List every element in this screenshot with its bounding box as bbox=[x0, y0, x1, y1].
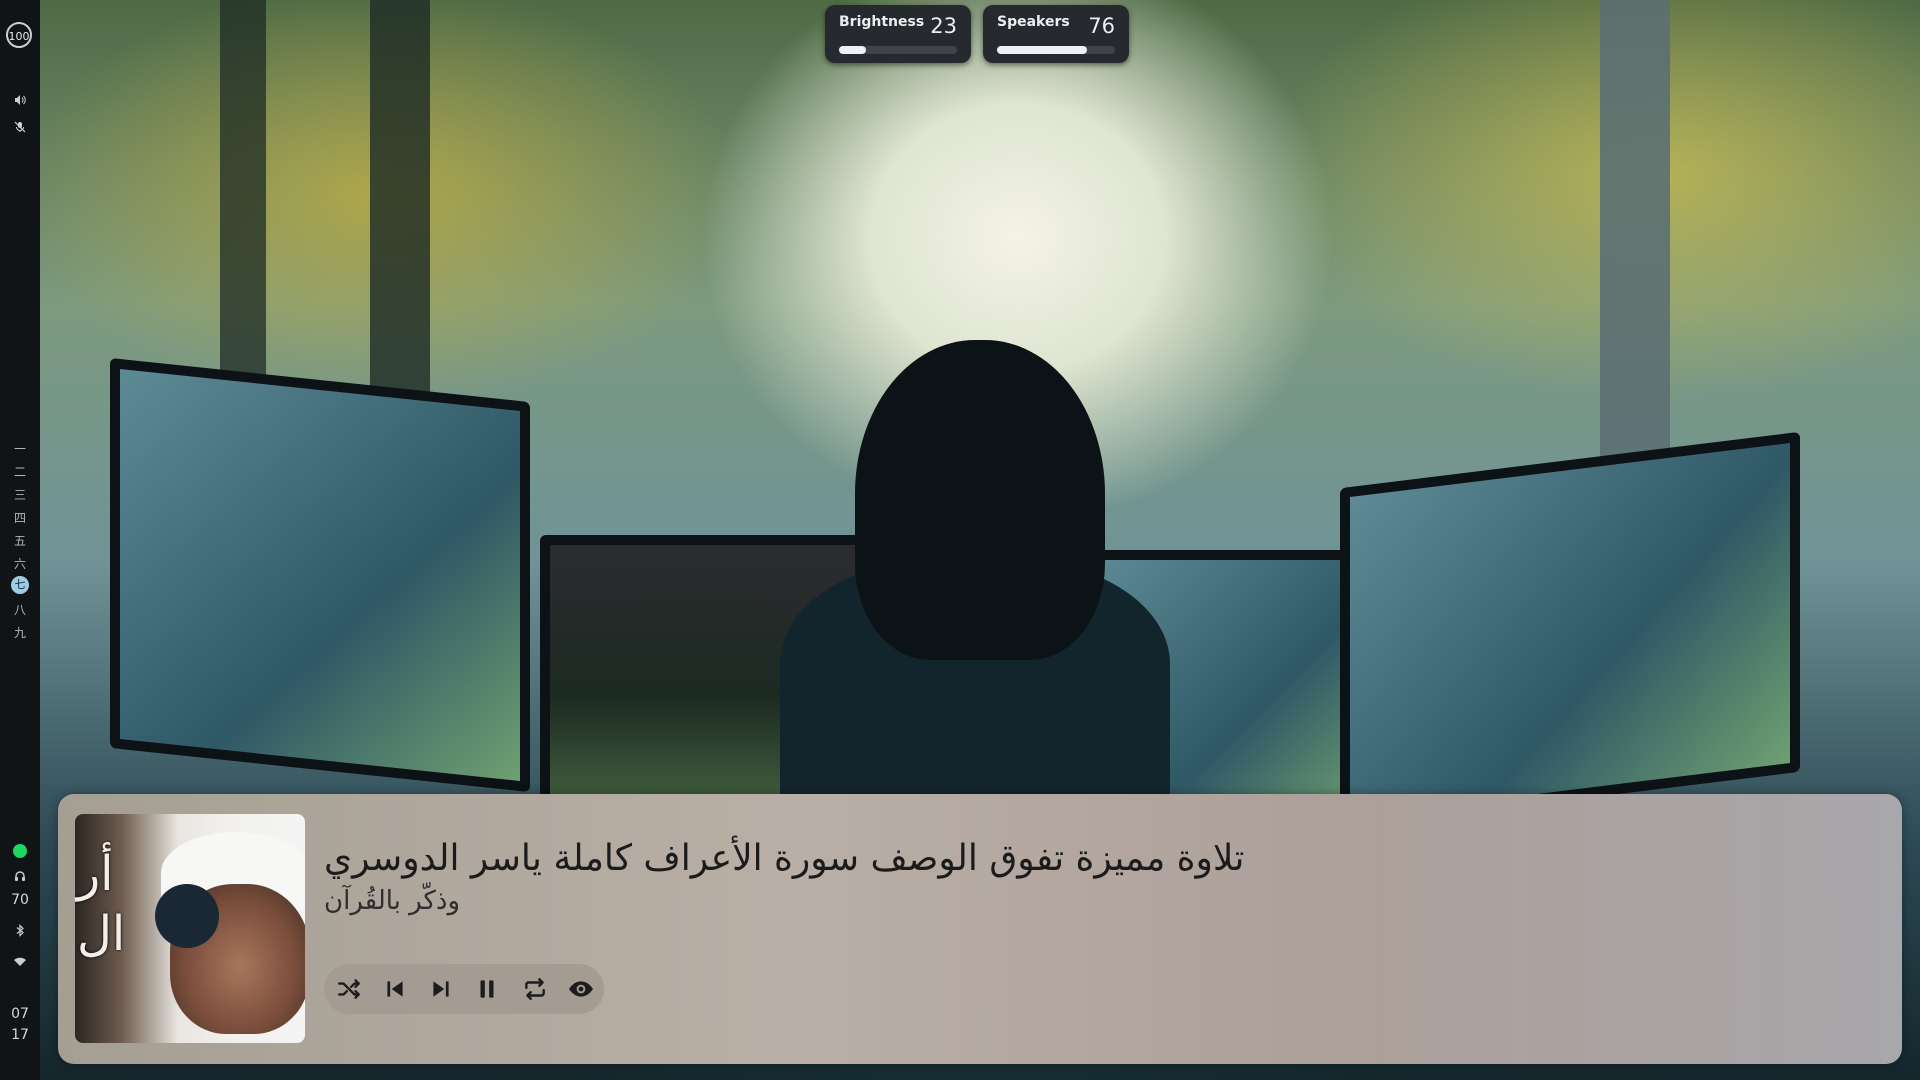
brightness-osd: Brightness 23 bbox=[825, 5, 971, 63]
eye-icon[interactable] bbox=[564, 972, 598, 1006]
clock-hour: 07 bbox=[11, 1006, 29, 1022]
media-player: أر ال تلاوة مميزة تفوق الوصف سورة الأعراف… bbox=[58, 794, 1902, 1064]
workspace-8[interactable]: 八 bbox=[0, 601, 40, 618]
brightness-track[interactable] bbox=[839, 46, 957, 54]
next-icon[interactable] bbox=[424, 972, 458, 1006]
workspace-5[interactable]: 五 bbox=[0, 532, 40, 549]
workspace-1[interactable]: 一 bbox=[0, 440, 40, 457]
left-status-bar: 100 一 二 三 四 五 六 七 八 九 70 07 17 bbox=[0, 0, 40, 1080]
battery-indicator[interactable]: 100 bbox=[6, 22, 32, 48]
pause-icon[interactable] bbox=[470, 972, 504, 1006]
speakers-label: Speakers bbox=[997, 14, 1070, 30]
clock-minute: 17 bbox=[11, 1027, 29, 1043]
shuffle-icon[interactable] bbox=[332, 972, 366, 1006]
wallpaper-monitor bbox=[1340, 431, 1800, 829]
workspace-7-active[interactable]: 七 bbox=[0, 576, 40, 594]
speakers-osd: Speakers 76 bbox=[983, 5, 1129, 63]
brightness-label: Brightness bbox=[839, 14, 925, 30]
spotify-icon[interactable] bbox=[13, 844, 27, 858]
brightness-fill bbox=[839, 46, 867, 54]
track-artist: وذكّر بالقُرآن bbox=[324, 886, 461, 916]
mic-muted-icon[interactable] bbox=[0, 121, 40, 137]
brightness-value: 23 bbox=[930, 14, 957, 38]
workspace-6[interactable]: 六 bbox=[0, 555, 40, 572]
workspace-4[interactable]: 四 bbox=[0, 509, 40, 526]
volume-level: 70 bbox=[11, 892, 29, 908]
album-art-calligraphy: أر ال bbox=[77, 846, 126, 962]
speakers-value: 76 bbox=[1088, 14, 1115, 38]
workspace-2[interactable]: 二 bbox=[0, 463, 40, 480]
workspace-3[interactable]: 三 bbox=[0, 486, 40, 503]
wifi-icon[interactable] bbox=[0, 956, 40, 971]
speakers-track[interactable] bbox=[997, 46, 1115, 54]
track-title: تلاوة مميزة تفوق الوصف سورة الأعراف كامل… bbox=[324, 838, 1245, 879]
volume-icon[interactable] bbox=[0, 94, 40, 110]
workspace-9[interactable]: 九 bbox=[0, 624, 40, 641]
repeat-icon[interactable] bbox=[518, 972, 552, 1006]
wallpaper-figure-hair bbox=[855, 340, 1105, 660]
bluetooth-icon[interactable] bbox=[0, 924, 40, 941]
playback-controls bbox=[324, 964, 604, 1014]
tree-trunk bbox=[220, 0, 266, 420]
speakers-fill bbox=[997, 46, 1087, 54]
album-art: أر ال bbox=[75, 814, 305, 1043]
workspace-7-label: 七 bbox=[11, 576, 29, 594]
headphones-icon[interactable] bbox=[0, 870, 40, 886]
previous-icon[interactable] bbox=[378, 972, 412, 1006]
album-art-microphone bbox=[155, 884, 219, 948]
wallpaper-monitor bbox=[110, 357, 530, 793]
